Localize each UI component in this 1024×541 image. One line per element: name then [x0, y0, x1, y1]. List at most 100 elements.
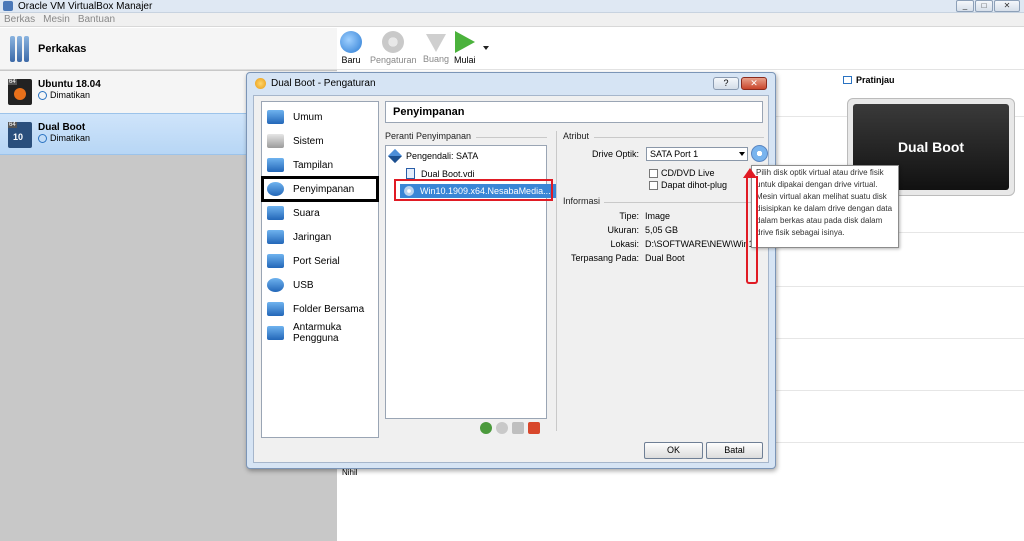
serial-port-icon	[267, 254, 284, 268]
display-icon	[267, 158, 284, 172]
choose-optical-disk-button[interactable]	[751, 145, 768, 162]
nav-penyimpanan[interactable]: Penyimpanan	[261, 176, 379, 202]
start-dropdown-arrow-icon[interactable]	[483, 46, 489, 50]
info-attached-value: Dual Boot	[645, 253, 685, 263]
dialog-body: Umum Sistem Tampilan Penyimpanan Suara J…	[253, 95, 769, 463]
nav-umum[interactable]: Umum	[262, 105, 378, 129]
start-button[interactable]: Mulai	[454, 31, 476, 65]
new-button[interactable]: Baru	[340, 31, 362, 65]
nav-tampilan[interactable]: Tampilan	[262, 153, 378, 177]
drive-optical-label: Drive Optik:	[591, 149, 639, 159]
storage-tree-toolbar	[480, 422, 540, 434]
live-cd-checkbox[interactable]: CD/DVD Live	[649, 168, 715, 178]
main-toolbar: Baru Pengaturan Buang Mulai	[337, 28, 1024, 70]
nav-usb[interactable]: USB	[262, 273, 378, 297]
controller-icon	[387, 148, 403, 164]
hot-pluggable-checkbox[interactable]: Dapat dihot-plug	[649, 180, 727, 190]
nav-port-serial[interactable]: Port Serial	[262, 249, 378, 273]
user-interface-icon	[267, 326, 284, 340]
start-arrow-icon	[454, 31, 475, 53]
settings-nav: Umum Sistem Tampilan Penyimpanan Suara J…	[261, 101, 379, 438]
vm-name: Ubuntu 18.04	[38, 79, 101, 90]
settings-dialog: Dual Boot - Pengaturan ? ✕ Umum Sistem T…	[246, 72, 776, 469]
info-attached-label: Terpasang Pada:	[570, 253, 639, 263]
controller-sata[interactable]: Pengendali: SATA	[387, 148, 478, 164]
red-arrow-annotation-line	[746, 176, 758, 284]
vm-state: Dimatikan	[38, 133, 90, 143]
hard-disk-icon	[406, 168, 415, 179]
virtualbox-logo-icon	[3, 1, 13, 11]
window-title: Oracle VM VirtualBox Manajer	[18, 1, 153, 12]
add-controller-icon[interactable]	[480, 422, 492, 434]
checkbox-box	[649, 168, 658, 178]
dialog-title: Dual Boot - Pengaturan	[271, 78, 376, 89]
info-location-label: Lokasi:	[610, 239, 639, 249]
add-attachment-icon[interactable]	[496, 422, 508, 434]
shared-folder-icon	[267, 302, 284, 316]
settings-button[interactable]: Pengaturan	[370, 31, 417, 65]
tree-item-hard-disk[interactable]: Dual Boot.vdi	[406, 168, 475, 179]
menu-bantuan[interactable]: Bantuan	[74, 13, 119, 26]
info-type-label: Tipe:	[619, 211, 639, 221]
settings-gear-icon	[255, 78, 266, 89]
dialog-help-button[interactable]: ?	[713, 77, 739, 90]
nav-sistem[interactable]: Sistem	[262, 129, 378, 153]
general-icon	[267, 110, 284, 124]
nav-jaringan[interactable]: Jaringan	[262, 225, 378, 249]
menu-bar: Berkas Mesin Bantuan	[0, 13, 1024, 27]
ubuntu-64-icon: 64	[8, 79, 32, 105]
nav-antarmuka-pengguna[interactable]: Antarmuka Pengguna	[262, 321, 378, 345]
checkbox-box	[649, 180, 658, 190]
remove-attachment-icon[interactable]	[512, 422, 524, 434]
power-off-icon	[38, 133, 47, 143]
preview-title: Pratinjau	[843, 75, 895, 85]
usb-icon	[267, 278, 284, 292]
audio-icon	[267, 206, 284, 220]
info-size-value: 5,05 GB	[645, 225, 679, 235]
minimize-button[interactable]: _	[956, 0, 974, 12]
attributes-divider	[594, 137, 764, 138]
tools-label: Perkakas	[38, 43, 87, 55]
nihil-text: Nihil	[342, 468, 358, 477]
page-title: Penyimpanan	[385, 101, 763, 123]
close-button[interactable]: ✕	[994, 0, 1020, 12]
window-controls: _ □ ✕	[956, 0, 1020, 12]
nav-folder-bersama[interactable]: Folder Bersama	[262, 297, 378, 321]
information-label: Informasi	[563, 196, 601, 206]
vm-name: Dual Boot	[38, 122, 86, 133]
dialog-titlebar: Dual Boot - Pengaturan ? ✕	[247, 73, 775, 94]
storage-devices-divider	[476, 137, 547, 138]
nav-suara[interactable]: Suara	[262, 201, 378, 225]
optical-disk-tooltip: Pilih disk optik virtual atau drive fisi…	[751, 165, 899, 248]
new-icon	[340, 31, 362, 53]
attributes-label: Atribut	[563, 131, 590, 141]
tools-icon	[10, 36, 32, 62]
monitor-icon	[843, 76, 852, 84]
remove-controller-icon[interactable]	[528, 422, 540, 434]
info-location-value: D:\SOFTWARE\NEW\Win10.	[645, 239, 762, 249]
windows10-64-icon: 64	[8, 122, 32, 148]
highlight-selected-optical	[394, 179, 553, 201]
window-titlebar: Oracle VM VirtualBox Manajer _ □ ✕	[0, 0, 1024, 13]
menu-berkas[interactable]: Berkas	[0, 13, 39, 26]
tools-item[interactable]: Perkakas	[0, 28, 337, 70]
storage-icon	[267, 182, 284, 196]
vertical-splitter	[556, 131, 557, 431]
maximize-button[interactable]: □	[975, 0, 993, 12]
system-chip-icon	[267, 134, 284, 148]
information-divider	[604, 202, 764, 203]
ok-button[interactable]: OK	[644, 442, 703, 459]
info-type-value: Image	[645, 211, 671, 221]
cancel-button[interactable]: Batal	[706, 442, 763, 459]
discard-button[interactable]: Buang	[423, 31, 449, 64]
drive-optical-select[interactable]: SATA Port 1	[646, 147, 748, 161]
vm-state: Dimatikan	[38, 90, 90, 100]
network-icon	[267, 230, 284, 244]
storage-devices-label: Peranti Penyimpanan	[385, 131, 472, 141]
menu-mesin[interactable]: Mesin	[39, 13, 74, 26]
dialog-close-button[interactable]: ✕	[741, 77, 767, 90]
gear-icon	[382, 31, 405, 53]
discard-arrow-icon	[426, 34, 447, 52]
chevron-down-icon	[739, 152, 745, 156]
power-off-icon	[38, 90, 47, 100]
